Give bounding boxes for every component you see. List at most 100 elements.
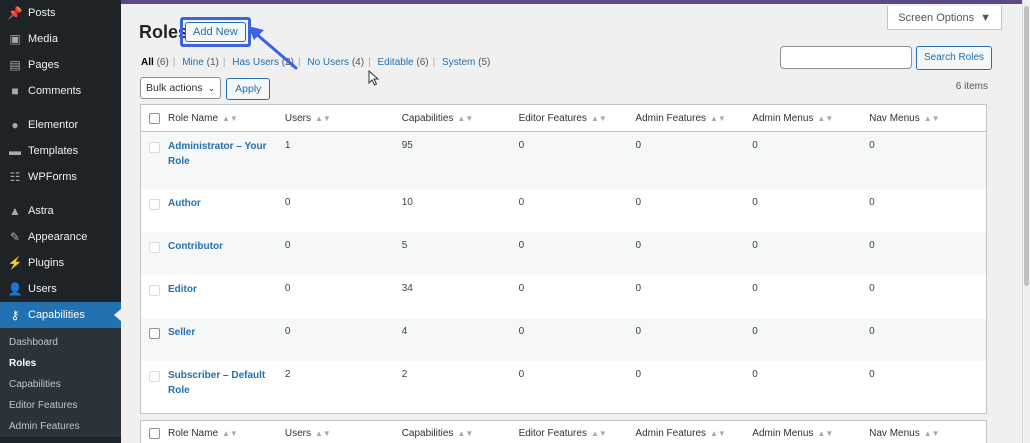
column-users[interactable]: Users ▲▼	[285, 113, 402, 124]
sidebar-item-label: Capabilities	[28, 309, 85, 321]
cell-editor-features: 0	[518, 140, 525, 151]
table-body: Administrator – Your Role 1 95 0 0 0 0 A…	[141, 132, 986, 413]
sort-icon: ▲▼	[457, 113, 474, 123]
cell-admin-menus: 0	[752, 197, 758, 208]
sort-icon: ▲▼	[314, 113, 331, 123]
row-checkbox	[149, 285, 160, 296]
cell-capabilities: 95	[401, 140, 413, 151]
annotation-arrow-icon	[248, 26, 298, 70]
select-all-checkbox[interactable]	[149, 112, 160, 124]
role-name-link[interactable]: Administrator – Your Role	[168, 132, 285, 169]
sidebar-item-wpforms[interactable]: ☷ WPForms	[0, 164, 121, 190]
sidebar-item-label: Plugins	[28, 257, 65, 269]
sort-icon: ▲▼	[314, 429, 331, 438]
role-name-link[interactable]: Author	[168, 189, 285, 211]
column-users[interactable]: Users ▲▼	[285, 428, 402, 439]
apply-button[interactable]: Apply	[226, 78, 271, 100]
cell-admin-features: 0	[635, 140, 641, 151]
add-new-button[interactable]: Add New	[185, 22, 246, 42]
filter-system[interactable]: System	[442, 57, 475, 68]
screen-options-label: Screen Options	[898, 11, 975, 24]
role-name-link[interactable]: Contributor	[168, 232, 285, 254]
column-nav-menus[interactable]: Nav Menus ▲▼	[869, 113, 986, 124]
brush-icon: ✎	[9, 230, 21, 244]
column-editor-features[interactable]: Editor Features ▲▼	[519, 113, 636, 124]
key-icon: ⚷	[10, 308, 20, 322]
submenu-capabilities[interactable]: Capabilities	[0, 374, 121, 395]
filter-no-users[interactable]: No Users	[307, 57, 349, 68]
table-footer: Role Name ▲▼ Users ▲▼ Capabilities ▲▼ Edito…	[140, 420, 987, 443]
cell-admin-menus: 0	[752, 369, 758, 380]
sidebar-item-astra[interactable]: ▲ Astra	[0, 198, 121, 224]
scrollbar-thumb[interactable]	[1024, 6, 1029, 286]
screen-options-button[interactable]: Screen Options ▼	[887, 6, 1002, 30]
sidebar-item-templates[interactable]: ▬ Templates	[0, 138, 121, 164]
media-icon: ▣	[9, 32, 21, 46]
sort-icon: ▲▼	[222, 113, 238, 123]
filter-all[interactable]: All	[141, 57, 154, 68]
submenu-editor-features[interactable]: Editor Features	[0, 395, 121, 416]
cell-admin-menus: 0	[752, 140, 758, 151]
submenu-dashboard[interactable]: Dashboard	[0, 332, 121, 353]
column-capabilities[interactable]: Capabilities ▲▼	[402, 428, 519, 439]
cell-capabilities: 5	[401, 240, 408, 251]
table-row: Administrator – Your Role 1 95 0 0 0 0	[141, 132, 986, 189]
column-admin-menus[interactable]: Admin Menus ▲▼	[752, 428, 869, 439]
forms-icon: ☷	[9, 170, 21, 184]
column-admin-menus[interactable]: Admin Menus ▲▼	[752, 113, 869, 124]
page-scrollbar[interactable]	[1022, 0, 1030, 443]
submenu-admin-features[interactable]: Admin Features	[0, 416, 121, 437]
sidebar-item-label: Templates	[28, 145, 79, 157]
role-name-link[interactable]: Editor	[168, 275, 285, 297]
sort-icon: ▲▼	[710, 113, 726, 123]
sidebar-item-pages[interactable]: ▤ Pages	[0, 52, 121, 78]
role-name-link[interactable]: Seller	[168, 318, 285, 340]
sort-icon: ▲▼	[817, 429, 834, 438]
column-role-name[interactable]: Role Name ▲▼	[168, 113, 285, 124]
role-name-link[interactable]: Subscriber – Default Role	[168, 361, 285, 398]
cell-users: 0	[284, 326, 291, 337]
sort-icon: ▲▼	[590, 113, 607, 123]
cell-users: 0	[284, 283, 291, 294]
column-admin-features[interactable]: Admin Features ▲▼	[635, 428, 752, 439]
submenu-roles[interactable]: Roles	[0, 353, 121, 374]
column-admin-features[interactable]: Admin Features ▲▼	[635, 113, 752, 124]
row-checkbox[interactable]	[149, 328, 160, 339]
sidebar-item-posts[interactable]: 📌 Posts	[0, 0, 121, 26]
sidebar-item-appearance[interactable]: ✎ Appearance	[0, 224, 121, 250]
cell-admin-features: 0	[635, 283, 641, 294]
bulk-actions-select[interactable]: Bulk actions ⌄	[140, 77, 222, 99]
filter-mine[interactable]: Mine	[182, 57, 204, 68]
row-checkbox	[149, 142, 160, 153]
sidebar-item-users[interactable]: 👤 Users	[0, 276, 121, 302]
sidebar-item-comments[interactable]: ■ Comments	[0, 78, 121, 104]
cell-users: 2	[284, 369, 291, 380]
plugin-icon: ⚡	[7, 256, 23, 270]
row-checkbox	[149, 371, 160, 382]
search-roles-button[interactable]: Search Roles	[916, 46, 993, 70]
add-new-highlight: Add New	[180, 17, 251, 47]
column-capabilities[interactable]: Capabilities ▲▼	[402, 113, 519, 124]
sidebar-item-capabilities[interactable]: ⚷ Capabilities	[0, 302, 121, 328]
sort-icon: ▲▼	[222, 429, 238, 438]
sidebar-item-plugins[interactable]: ⚡ Plugins	[0, 250, 121, 276]
column-editor-features[interactable]: Editor Features ▲▼	[519, 428, 636, 439]
sort-icon: ▲▼	[817, 113, 834, 123]
select-all-checkbox-footer[interactable]	[149, 428, 160, 439]
sidebar-item-label: Users	[28, 283, 57, 295]
sidebar-item-elementor[interactable]: ● Elementor	[0, 112, 121, 138]
filter-editable[interactable]: Editable	[377, 57, 413, 68]
search-box: Search Roles	[780, 46, 993, 70]
cell-users: 0	[284, 240, 291, 251]
column-role-name[interactable]: Role Name ▲▼	[168, 428, 285, 439]
cell-capabilities: 34	[401, 283, 413, 294]
search-input[interactable]	[780, 46, 912, 69]
cell-admin-menus: 0	[752, 240, 758, 251]
items-count: 6 items	[955, 81, 988, 92]
astra-icon: ▲	[9, 204, 21, 218]
sidebar-item-media[interactable]: ▣ Media	[0, 26, 121, 52]
cell-editor-features: 0	[518, 283, 525, 294]
cell-users: 1	[284, 140, 291, 151]
cell-users: 0	[284, 197, 291, 208]
column-nav-menus[interactable]: Nav Menus ▲▼	[869, 428, 986, 439]
